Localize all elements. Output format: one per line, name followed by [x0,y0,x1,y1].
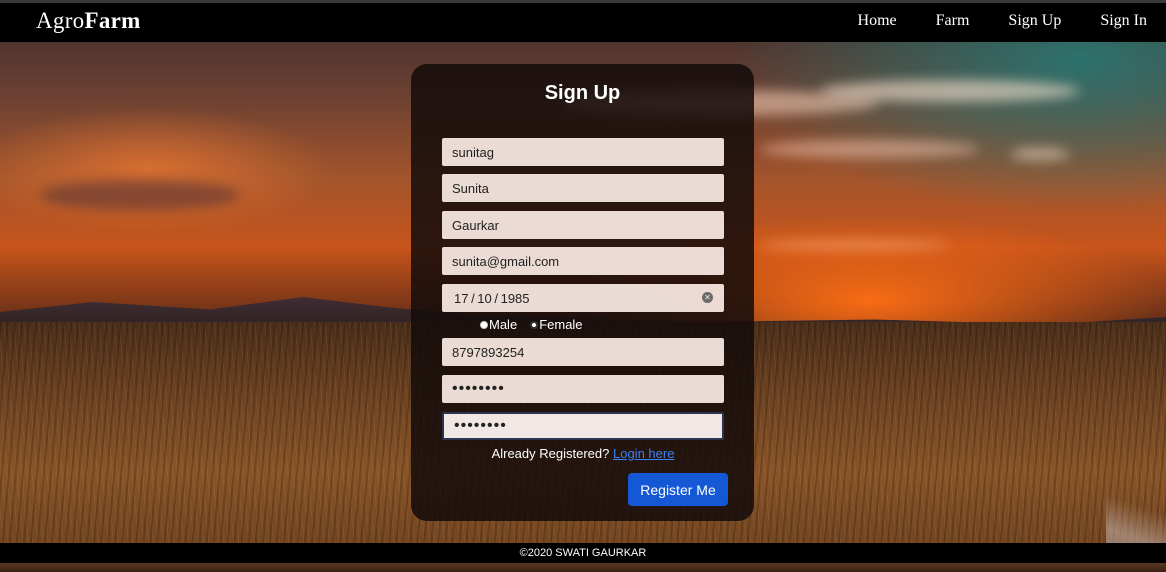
last-name-field[interactable] [442,211,724,239]
clear-circle-x-icon[interactable]: ✕ [702,292,713,303]
nav-links: Home Farm Sign Up Sign In [819,12,1147,30]
login-prompt-text: Already Registered? [491,446,610,461]
footer: ©2020 SWATI GAURKAR [0,543,1166,563]
cloud [40,180,240,210]
gender-male-radio[interactable] [480,320,488,329]
cloud [1010,148,1070,160]
phone-field[interactable] [442,338,724,366]
login-here-link[interactable]: Login here [613,446,674,461]
confirm-password-field[interactable] [442,412,724,440]
navbar: AgroFarm Home Farm Sign Up Sign In [0,0,1166,42]
nav-signin-link[interactable]: Sign In [1100,12,1147,30]
footer-copyright: ©2020 SWATI GAURKAR [519,547,647,559]
nav-home-link[interactable]: Home [858,12,897,30]
first-name-field[interactable] [442,174,724,202]
login-prompt-row: Already Registered? Login here [0,446,1166,461]
gender-male-label: Male [489,317,518,332]
signup-title: Sign Up [544,82,621,104]
brand-text-bold: Farm [84,8,141,33]
date-of-birth-field[interactable]: 17 / 10 / 1985 ✕ [442,284,724,312]
brand-text-light: Agro [36,8,85,33]
cloud [820,80,1080,102]
register-button[interactable]: Register Me [628,473,728,506]
gender-female-label: Female [539,317,583,332]
date-of-birth-value: 17 / 10 / 1985 [454,291,530,306]
email-field[interactable] [442,247,724,275]
bottom-strip [0,563,1166,572]
nav-signup-link[interactable]: Sign Up [1008,12,1061,30]
cloud [760,140,980,158]
gender-radio-group: Male Female [480,317,596,332]
gender-female-radio[interactable] [530,320,539,329]
nav-farm-link[interactable]: Farm [936,12,970,30]
cloud [760,240,950,250]
password-field[interactable] [442,375,724,403]
brand-logo[interactable]: AgroFarm [36,8,141,34]
username-field[interactable] [442,138,724,166]
